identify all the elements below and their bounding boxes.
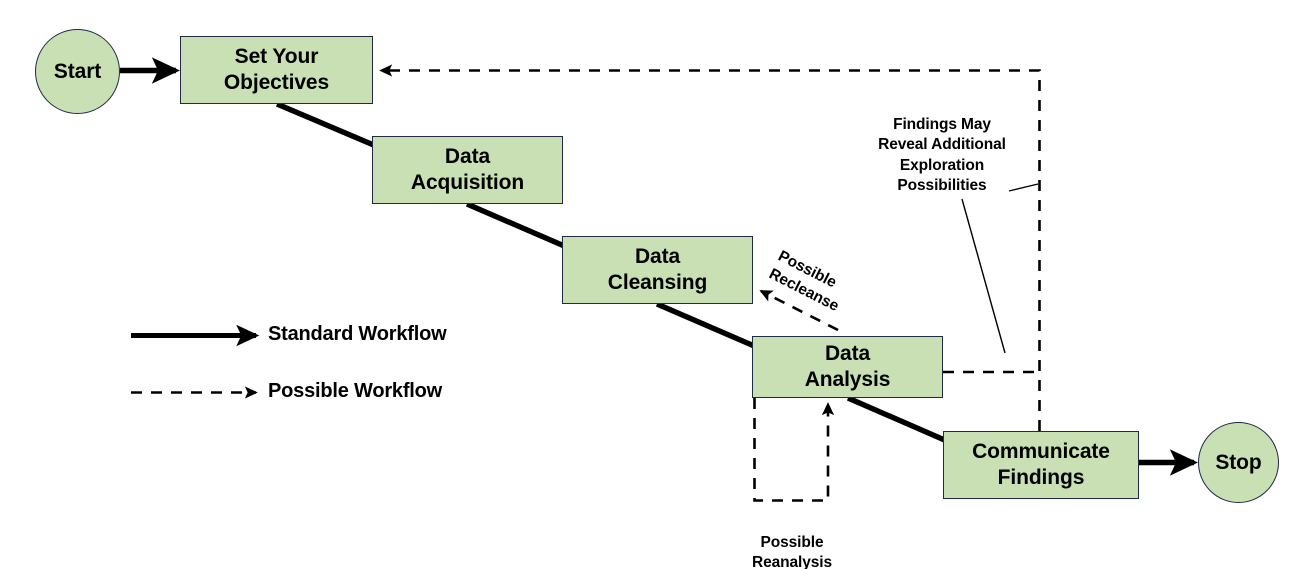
annotation-findings-feedback-text: Findings May Reveal Additional Explorati… [878,115,1006,195]
legend-standard-text: Standard Workflow [268,323,447,345]
node-data-cleansing[interactable]: Data Cleansing [562,236,753,304]
leader-line-findings-lower [961,198,1006,354]
diagram-canvas: Start Set Your Objectives Data Acquisiti… [0,0,1292,569]
node-set-your-objectives[interactable]: Set Your Objectives [180,36,373,104]
annotation-possible-reanalysis-text: Possible Reanalysis [752,533,832,569]
node-communicate-findings-label: Communicate Findings [972,440,1110,489]
annotation-findings-feedback: Findings May Reveal Additional Explorati… [866,94,1018,197]
node-start[interactable]: Start [35,29,120,114]
node-stop[interactable]: Stop [1198,422,1279,503]
node-data-analysis-label: Data Analysis [804,342,891,391]
node-data-analysis[interactable]: Data Analysis [752,336,943,398]
node-start-label: Start [53,59,102,83]
legend-item-standard-label: Standard Workflow [268,323,447,346]
legend-possible-text: Possible Workflow [268,380,443,402]
node-data-acquisition[interactable]: Data Acquisition [372,136,563,204]
node-communicate-findings[interactable]: Communicate Findings [943,431,1139,499]
annotation-possible-reanalysis: Possible Reanalysis [722,512,862,569]
node-data-acquisition-label: Data Acquisition [410,145,525,194]
node-set-your-objectives-label: Set Your Objectives [223,45,330,94]
node-stop-label: Stop [1215,450,1262,474]
edge-analysis-reanalysis-loop [753,398,835,502]
node-data-cleansing-label: Data Cleansing [607,245,708,294]
legend-item-possible-label: Possible Workflow [268,380,442,403]
